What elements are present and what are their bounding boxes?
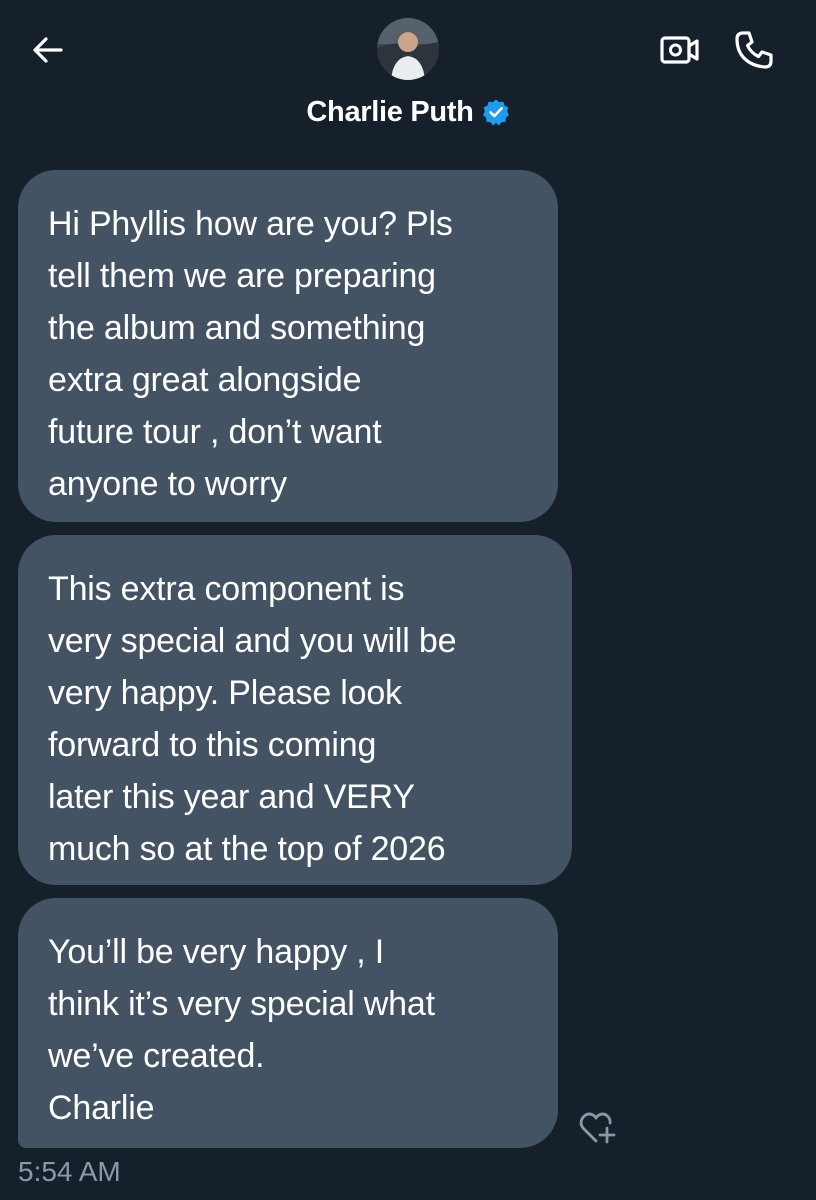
message-bubble[interactable]: This extra component is very special and… [18,535,572,885]
video-call-button[interactable] [656,28,704,72]
message-bubble[interactable]: You’ll be very happy , I think it’s very… [18,898,558,1148]
phone-call-button[interactable] [730,26,778,74]
verified-badge-icon [482,98,510,126]
avatar-photo [377,18,439,80]
add-reaction-button[interactable] [578,1108,618,1148]
message-bubble[interactable]: Hi Phyllis how are you? Pls tell them we… [18,170,558,522]
phone-call-icon [735,31,773,69]
contact-name-row[interactable]: Charlie Puth [0,92,816,132]
back-button[interactable] [26,28,70,72]
message-timestamp: 5:54 AM [18,1156,121,1187]
video-call-icon [660,36,699,64]
avatar[interactable] [377,18,439,80]
contact-name: Charlie Puth [306,95,474,128]
heart-plus-icon [579,1112,616,1144]
back-arrow-icon [33,37,63,63]
conversation-header: Charlie Puth [0,0,816,150]
